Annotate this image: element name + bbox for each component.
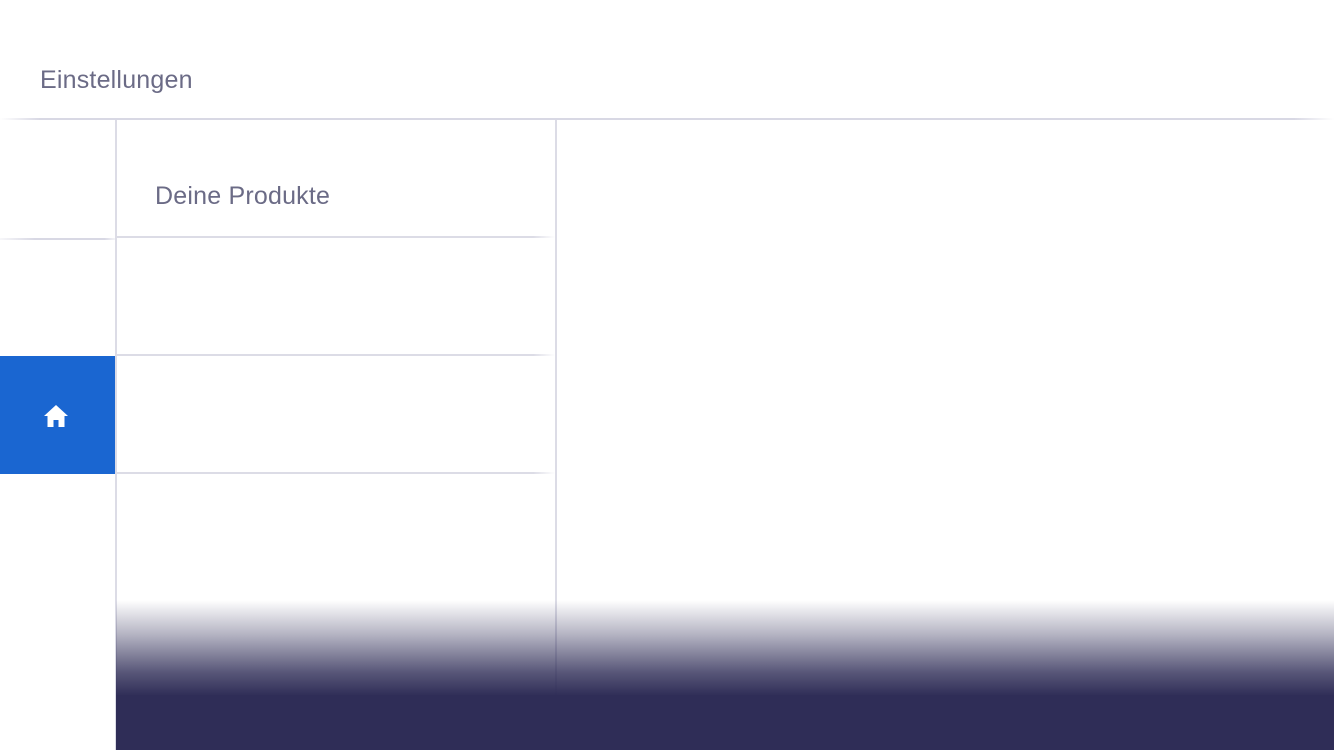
header: Einstellungen <box>0 0 1334 119</box>
rail-item-home[interactable] <box>0 356 116 474</box>
page-title: Einstellungen <box>40 66 193 94</box>
list-item[interactable]: Deine Produkte <box>117 120 555 238</box>
rail-item-1[interactable] <box>0 120 116 238</box>
list-item-label: Deine Produkte <box>155 182 331 210</box>
list-divider <box>117 472 555 474</box>
list-item[interactable] <box>117 356 555 474</box>
list-item[interactable] <box>117 238 555 356</box>
home-icon <box>44 405 68 427</box>
bottom-bar <box>116 695 1334 750</box>
icon-rail <box>0 120 116 750</box>
rail-item-2[interactable] <box>0 240 116 358</box>
bottom-fade <box>116 600 1334 696</box>
settings-page: Einstellungen Deine Produkte <box>0 0 1334 750</box>
